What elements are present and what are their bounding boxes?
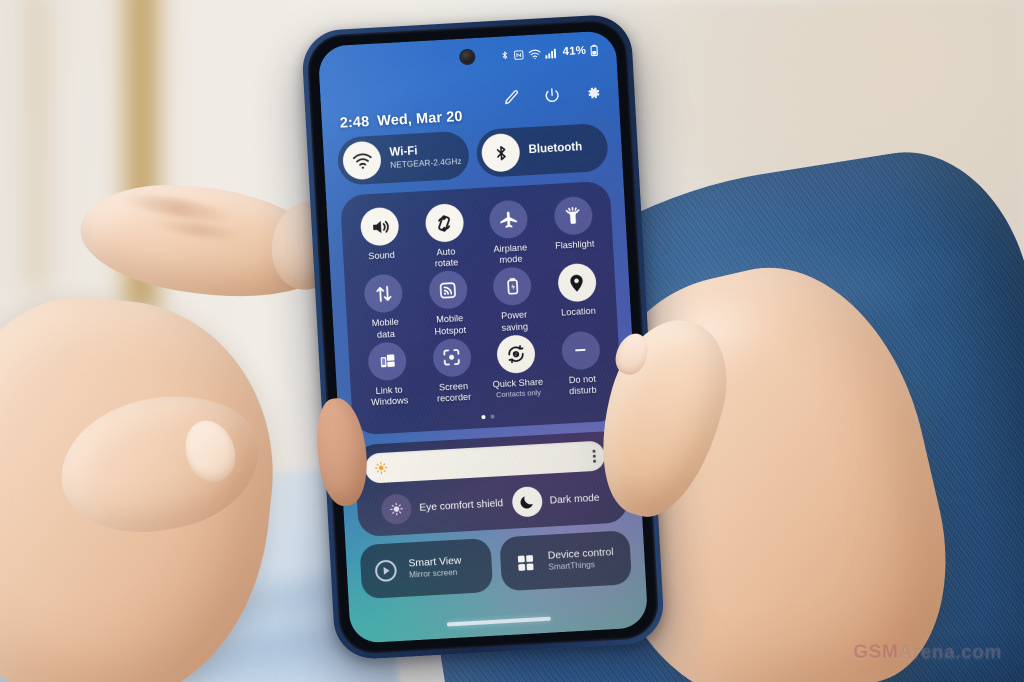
page-dot-1[interactable] [480, 415, 486, 420]
flashlight-icon [553, 195, 594, 236]
power-icon[interactable] [542, 85, 562, 105]
clock-date: Wed, Mar 20 [376, 108, 463, 130]
bluetooth-pill[interactable]: Bluetooth [475, 122, 609, 179]
clock-time: 2:48 [339, 114, 370, 132]
link-windows-icon [367, 341, 408, 382]
battery-icon [590, 44, 599, 57]
eye-comfort-shield-toggle[interactable]: Eye comfort shield [367, 488, 507, 526]
quick-share-icon [496, 334, 537, 375]
wifi-icon [341, 140, 382, 181]
tile-sound-label: Sound [367, 249, 396, 262]
auto-rotate-icon [424, 202, 465, 244]
screen-recorder-icon [431, 337, 472, 378]
bluetooth-icon [480, 132, 521, 173]
tile-airplane-mode[interactable]: Airplane mode [475, 199, 543, 268]
quick-settings-tiles-panel: Sound Auto rotate Airplane mode Flashlig… [339, 180, 623, 436]
connectivity-row: Wi-Fi NETGEAR-2.4GHz Bluetooth [336, 122, 609, 186]
tile-auto-rotate[interactable]: Auto rotate [411, 202, 479, 271]
sound-icon [359, 206, 400, 247]
signal-icon [545, 47, 558, 59]
bluetooth-icon [500, 49, 510, 61]
smart-view-card[interactable]: Smart View Mirror screen [359, 537, 493, 600]
tile-grid: Sound Auto rotate Airplane mode Flashlig… [347, 195, 616, 409]
tile-location[interactable]: Location [544, 262, 612, 331]
navigation-gesture-bar[interactable] [446, 617, 551, 627]
tile-airplane-mode-label: Airplane mode [493, 242, 528, 266]
eye-comfort-icon [380, 493, 413, 525]
tile-mobile-data-label: Mobile data [371, 317, 400, 340]
tile-sound[interactable]: Sound [347, 206, 415, 275]
background-post-left [20, 0, 54, 290]
tile-do-not-disturb-label: Do not disturb [568, 373, 597, 397]
tile-auto-rotate-label: Auto rotate [434, 246, 459, 269]
tile-screen-recorder-label: Screen recorder [436, 380, 472, 404]
photo-scene: 41% 2:48 Wed, Mar 20 Wi-Fi NETGEAR-2.4GH… [0, 0, 1024, 682]
dark-mode-label: Dark mode [549, 492, 600, 507]
phone-frame: 41% 2:48 Wed, Mar 20 Wi-Fi NETGEAR-2.4GH… [300, 13, 666, 661]
tile-link-to-windows[interactable]: Link to Windows [354, 340, 422, 409]
gsmarena-watermark: GSMArena.com [853, 642, 1002, 664]
tile-quick-share[interactable]: Quick Share Contacts only [483, 333, 551, 402]
page-dot-2[interactable] [489, 414, 495, 419]
tile-mobile-hotspot[interactable]: Mobile Hotspot [415, 270, 483, 339]
airplane-icon [488, 199, 529, 240]
tile-power-saving[interactable]: Power saving [479, 266, 547, 335]
edit-pencil-icon[interactable] [501, 87, 521, 107]
wifi-pill[interactable]: Wi-Fi NETGEAR-2.4GHz [336, 130, 471, 186]
do-not-disturb-icon [560, 330, 601, 371]
moon-icon [510, 485, 543, 518]
device-control-card[interactable]: Device control SmartThings [498, 530, 633, 592]
tile-link-to-windows-label: Link to Windows [370, 384, 409, 408]
device-control-icon [510, 548, 540, 578]
device-control-text: Device control SmartThings [548, 547, 615, 573]
phone-bezel: 41% 2:48 Wed, Mar 20 Wi-Fi NETGEAR-2.4GH… [305, 18, 661, 656]
page-indicator [353, 407, 623, 426]
bluetooth-pill-text: Bluetooth [528, 141, 582, 158]
dark-mode-toggle[interactable]: Dark mode [510, 482, 618, 518]
tile-location-label: Location [560, 306, 597, 319]
tile-flashlight[interactable]: Flashlight [540, 195, 608, 264]
hotspot-icon [428, 270, 469, 311]
nfc-icon [513, 49, 525, 61]
tile-screen-recorder[interactable]: Screen recorder [419, 337, 487, 406]
smartphone: 41% 2:48 Wed, Mar 20 Wi-Fi NETGEAR-2.4GH… [300, 13, 666, 661]
tile-mobile-hotspot-label: Mobile Hotspot [434, 313, 467, 337]
bluetooth-pill-title: Bluetooth [528, 141, 583, 157]
watermark-prefix: GSM [853, 642, 899, 663]
smart-view-text: Smart View Mirror screen [408, 555, 462, 581]
mobile-data-icon [363, 273, 404, 314]
tile-do-not-disturb[interactable]: Do not disturb [547, 330, 615, 399]
location-pin-icon [556, 263, 597, 304]
tile-flashlight-label: Flashlight [554, 238, 595, 251]
phone-screen: 41% 2:48 Wed, Mar 20 Wi-Fi NETGEAR-2.4GH… [317, 30, 649, 644]
kebab-menu-icon[interactable] [592, 449, 597, 463]
brightness-panel: Eye comfort shield Dark mode [353, 430, 629, 538]
tile-mobile-data[interactable]: Mobile data [350, 273, 418, 342]
tile-power-saving-label: Power saving [500, 309, 529, 333]
battery-percent: 41% [562, 44, 587, 59]
sun-icon [374, 461, 389, 476]
bottom-cards-row: Smart View Mirror screen Device control … [359, 530, 633, 600]
tile-quick-share-sub: Contacts only [495, 387, 542, 400]
wifi-icon [528, 48, 542, 60]
smart-view-sub: Mirror screen [408, 568, 458, 580]
power-saving-icon [492, 266, 533, 307]
settings-gear-icon[interactable] [583, 82, 603, 102]
watermark-suffix: Arena.com [898, 642, 1002, 663]
smart-view-icon [371, 556, 401, 586]
wifi-pill-text: Wi-Fi NETGEAR-2.4GHz [389, 143, 462, 170]
brightness-slider[interactable] [364, 440, 606, 484]
eye-comfort-shield-label: Eye comfort shield [419, 497, 504, 514]
display-toggles: Eye comfort shield Dark mode [367, 482, 618, 526]
